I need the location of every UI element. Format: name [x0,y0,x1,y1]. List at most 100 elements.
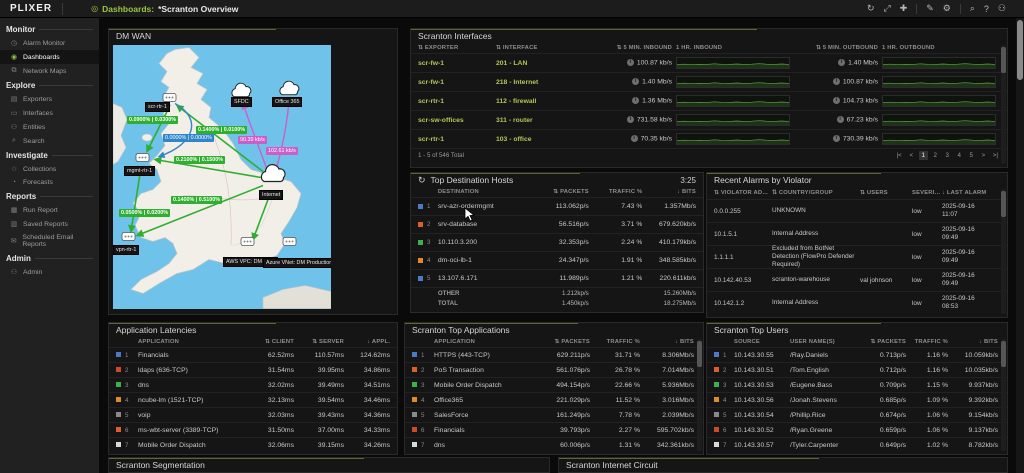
page-button[interactable]: 3 [943,151,952,160]
info-icon[interactable]: i [632,78,639,85]
application-name[interactable]: voip [138,412,246,419]
source-address[interactable]: 10.143.30.56 [734,397,790,404]
destination-row[interactable]: 3 10.110.3.200 32.353p/s 2.24 % 410.179k… [411,233,703,251]
col-country-group[interactable]: ⇅ COUNTRY/GROUP [772,189,860,197]
col-user-names[interactable]: USER NAME(S) [790,339,858,345]
col-1hr-outbound[interactable]: 1 HR. OUTBOUND [878,45,1000,51]
map-node-label[interactable]: scr-rtr-1 [145,102,170,112]
violator-address[interactable]: 10.142.1.2 [714,300,772,307]
exporter-link[interactable]: scr-fw-1 [418,79,496,86]
col-client[interactable]: ⇅ CLIENT [246,339,294,345]
sidebar-item[interactable]: ⚇Admin [0,265,99,279]
alarm-row[interactable]: 10.142.1.2 Internal Address low 2025-09-… [707,291,1007,314]
application-row[interactable]: 4 Office365 221.029p/s 11.52 % 3.016Mb/s [405,392,703,407]
col-traffic[interactable]: TRAFFIC % [906,339,948,345]
application-name[interactable]: Mobile Order Dispatch [434,382,532,389]
exporter-link[interactable]: scr-sw-offices [418,117,496,124]
sidebar-item[interactable]: ▭Interfaces [0,106,99,120]
latency-row[interactable]: 7 Mobile Order Dispatch 32.06ms 39.15ms … [109,437,397,452]
page-button[interactable]: 2 [931,151,940,160]
violator-address[interactable]: 0.0.0.255 [714,208,772,215]
col-violator-addresses[interactable]: ⇅ VIOLATOR ADDRESSES [714,190,772,196]
destination-host[interactable]: dm-oci-lb-1 [438,257,527,264]
application-name[interactable]: PoS Transaction [434,367,532,374]
latency-row[interactable]: 5 voip 32.03ms 39.43ms 34.36ms [109,407,397,422]
edit-icon[interactable]: ✎ [926,3,934,14]
interface-link[interactable]: 103 - office [496,136,588,143]
sidebar-item[interactable]: ◔Forecasts [0,176,99,189]
user-row[interactable]: 3 10.143.30.53 /Eugene.Bass 0.709p/s 1.1… [707,377,1007,392]
application-row[interactable]: 2 PoS Transaction 561.076p/s 26.78 % 7.0… [405,362,703,377]
destination-row[interactable]: 2 srv-database 56.516p/s 3.71 % 679.620k… [411,215,703,233]
info-icon[interactable]: i [631,135,638,142]
sidebar-item[interactable]: ✉Scheduled Email Reports [0,231,99,251]
col-bits[interactable]: ↓ BITS [640,339,694,345]
col-interface[interactable]: ⇅ INTERFACE [496,45,588,51]
user-row[interactable]: 5 10.143.30.54 /Phillip.Rice 0.674p/s 1.… [707,407,1007,422]
interface-link[interactable]: 201 - LAN [496,60,588,67]
col-5min-outbound[interactable]: ⇅ 5 MIN. OUTBOUND [794,45,878,51]
user-name[interactable]: /Tyler.Carpenter [790,442,858,449]
sidebar-item[interactable]: ◷Alarm Monitor [0,36,99,50]
violator-address[interactable]: 10.1.5.1 [714,231,772,238]
col-destination[interactable]: DESTINATION [438,189,527,195]
page-button[interactable]: > [979,151,988,160]
user-name[interactable]: /Ryan.Greene [790,427,858,434]
interface-link[interactable]: 112 - firewall [496,98,588,105]
latency-row[interactable]: 4 ncube-lm (1521-TCP) 32.13ms 39.54ms 34… [109,392,397,407]
gear-icon[interactable]: ⚙ [943,3,951,14]
col-packets[interactable]: ⇅ PACKETS [858,339,906,345]
interface-row[interactable]: scr-sw-offices 311 - router i731.58 kb/s… [411,110,1007,129]
page-button[interactable]: 1 [919,151,928,160]
application-name[interactable]: HTTPS (443-TCP) [434,352,532,359]
exporter-link[interactable]: scr-rtr-1 [418,98,496,105]
user-row[interactable]: 6 10.143.30.52 /Ryan.Greene 0.659p/s 1.0… [707,422,1007,437]
source-address[interactable]: 10.143.30.53 [734,382,790,389]
col-traffic[interactable]: TRAFFIC % [590,339,640,345]
map-node-label[interactable]: mgmt-rtr-1 [124,166,155,176]
user-row[interactable]: 1 10.143.30.55 /Ray.Daniels 0.713p/s 1.1… [707,347,1007,362]
source-address[interactable]: 10.143.30.54 [734,412,790,419]
application-name[interactable]: SalesForce [434,412,532,419]
panel-scrollbar[interactable] [697,339,702,451]
application-name[interactable]: Financials [138,352,246,359]
user-name[interactable]: /Jonah.Stevens [790,397,858,404]
info-icon[interactable]: i [627,59,634,66]
col-exporter[interactable]: ⇅ EXPORTER [418,45,496,51]
interface-row[interactable]: scr-fw-1 201 - LAN i100.87 kb/s i1.40 Mb… [411,53,1007,72]
interface-row[interactable]: scr-fw-1 218 - Internet i1.40 Mb/s i100.… [411,72,1007,91]
sidebar-item[interactable]: ▥Saved Reports [0,217,99,231]
col-packets[interactable]: ⇅ PACKETS [527,189,589,195]
user-row[interactable]: 2 10.143.30.51 /Tom.English 0.712p/s 1.1… [707,362,1007,377]
application-name[interactable]: dns [138,382,246,389]
network-map[interactable]: 0.0900% | 0.0300%0.1400% | 0.0100%0.0000… [113,45,331,309]
col-application[interactable]: APPLICATION [138,339,246,345]
source-address[interactable]: 10.143.30.57 [734,442,790,449]
alarm-row[interactable]: 10.1.5.1 Internal Address low 2025-09-16… [707,222,1007,245]
destination-row[interactable]: 4 dm-oci-lb-1 24.347p/s 1.91 % 348.585kb… [411,251,703,269]
help-icon[interactable]: ? [984,4,989,14]
sidebar-item[interactable]: ⌕Search [0,134,99,148]
page-button[interactable]: 5 [967,151,976,160]
panel-scrollbar[interactable] [1001,189,1006,314]
col-traffic[interactable]: TRAFFIC % [589,189,643,195]
destination-host[interactable]: 10.110.3.200 [438,239,527,246]
map-node-label[interactable]: Office 365 [272,97,302,107]
exporter-link[interactable]: scr-fw-1 [418,60,496,67]
user-row[interactable]: 7 10.143.30.57 /Tyler.Carpenter 0.649p/s… [707,437,1007,452]
alarm-row[interactable]: 1.1.1.1 Excluded from BotNet Detection (… [707,245,1007,268]
source-address[interactable]: 10.143.30.51 [734,367,790,374]
panel-scrollbar[interactable] [1001,45,1006,164]
alarm-row[interactable]: 0.0.0.255 UNKNOWN low 2025-09-1611:07 [707,199,1007,222]
col-packets[interactable]: ⇅ PACKETS [532,339,590,345]
panel-scrollbar[interactable] [1001,339,1006,451]
destination-host[interactable]: srv-azr-ordermgmt [438,203,527,210]
sidebar-item[interactable]: ☆Collections [0,162,99,176]
info-icon[interactable]: i [833,78,840,85]
application-name[interactable]: Mobile Order Dispatch [138,442,246,449]
refresh-icon[interactable]: ↻ [418,175,426,186]
info-icon[interactable]: i [627,116,634,123]
info-icon[interactable]: i [833,135,840,142]
map-node-label[interactable]: SFDC [231,97,252,107]
latency-row[interactable]: 6 ms-wbt-server (3389-TCP) 31.50ms 37.00… [109,422,397,437]
